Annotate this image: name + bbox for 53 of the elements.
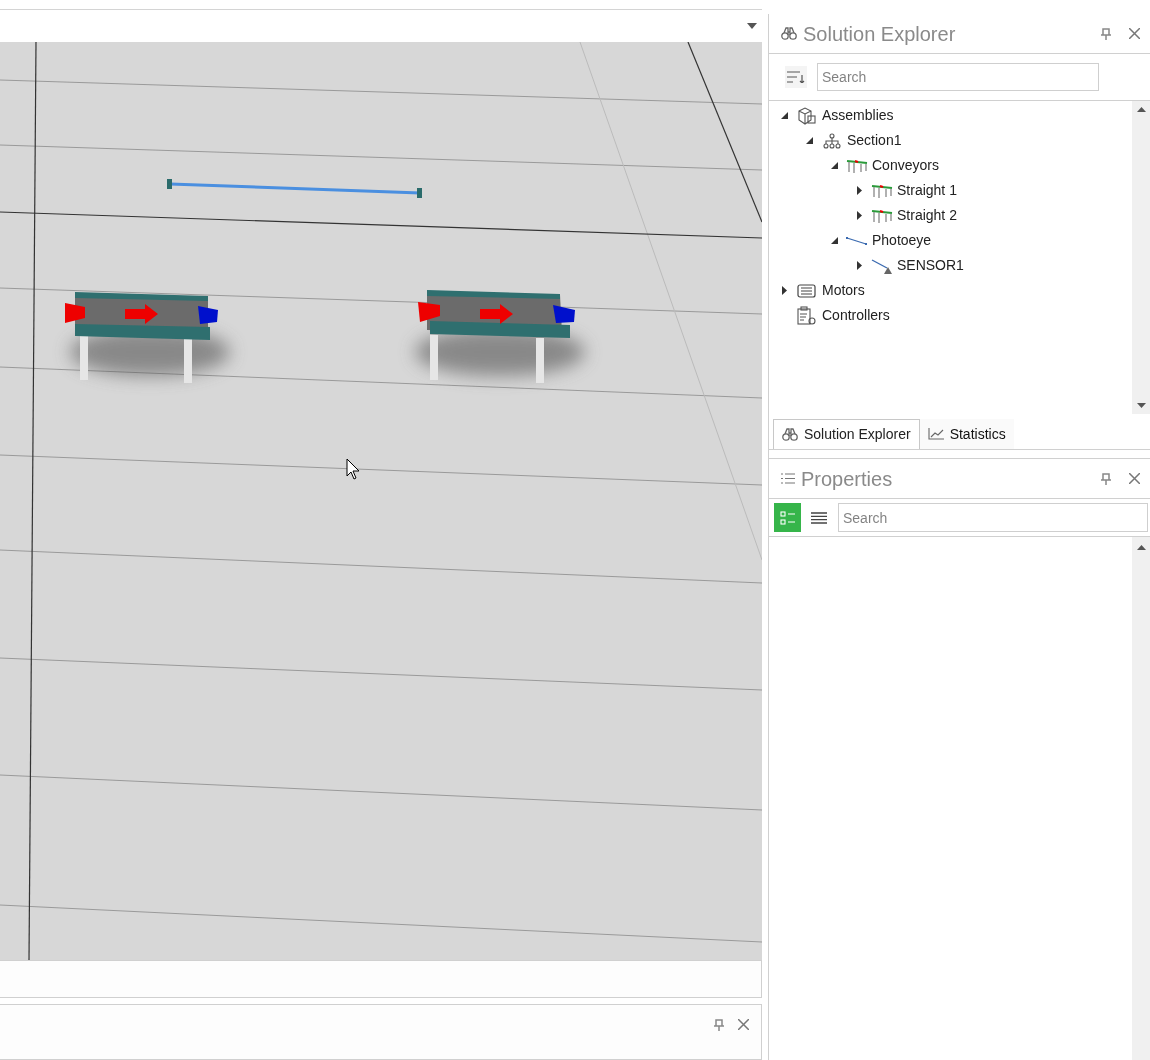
tree-item[interactable]: Straight 1 (897, 180, 957, 201)
tree-item[interactable]: Straight 2 (897, 205, 957, 226)
expanded-arrow-icon[interactable] (780, 112, 788, 119)
conveyor-icon (871, 207, 893, 224)
collapsed-arrow-icon[interactable] (856, 261, 862, 270)
panel-title: Solution Explorer (803, 21, 956, 47)
chart-icon (927, 428, 944, 440)
box-icon (797, 106, 817, 125)
list-icon (781, 473, 795, 484)
tree-item[interactable]: Controllers (822, 305, 890, 326)
clipboard-gear-icon (797, 305, 817, 326)
scrollbar[interactable] (1132, 101, 1150, 414)
tree-item[interactable]: Conveyors (872, 155, 939, 176)
search-field[interactable]: Search (817, 63, 1099, 91)
collapsed-arrow-icon[interactable] (856, 186, 862, 195)
search-field[interactable]: Search (838, 503, 1148, 532)
hierarchy-icon (823, 132, 841, 149)
pin-icon[interactable] (714, 1019, 724, 1031)
tree-item[interactable]: Photoeye (872, 230, 932, 251)
scrollbar[interactable] (1132, 537, 1150, 1060)
tree-item[interactable]: Motors (822, 280, 865, 301)
conveyor-icon (846, 157, 868, 174)
scroll-down-icon[interactable] (1136, 403, 1146, 408)
sort-button[interactable] (785, 66, 807, 88)
collapsed-arrow-icon[interactable] (856, 211, 862, 220)
sensor-icon (871, 257, 893, 274)
sort-icon (787, 71, 805, 83)
tree-item[interactable]: SENSOR1 (897, 255, 964, 276)
pin-icon[interactable] (1101, 472, 1111, 485)
panel-tab[interactable]: Solution Explorer (773, 419, 920, 449)
dropdown-caret-icon[interactable] (747, 23, 757, 29)
categorized-icon (779, 510, 796, 525)
panel-title: Properties (801, 466, 893, 492)
collapsed-arrow-icon[interactable] (781, 286, 787, 295)
expanded-arrow-icon[interactable] (830, 162, 838, 169)
expanded-arrow-icon[interactable] (830, 237, 838, 244)
close-icon[interactable] (738, 1019, 749, 1030)
tree-item[interactable]: Section1 (847, 130, 902, 151)
mouse-cursor-icon (346, 458, 360, 480)
scroll-up-icon[interactable] (1136, 107, 1146, 112)
list-view-icon (810, 511, 827, 524)
close-icon[interactable] (1129, 28, 1140, 39)
conveyor-icon (871, 182, 893, 199)
binoculars-icon (782, 428, 798, 441)
scroll-up-icon[interactable] (1136, 545, 1146, 550)
beam-icon (846, 235, 868, 246)
expanded-arrow-icon[interactable] (805, 137, 813, 144)
panel-tab[interactable]: Statistics (919, 419, 1014, 449)
binoculars-icon (781, 27, 797, 40)
close-icon[interactable] (1129, 473, 1140, 484)
motor-icon (797, 283, 817, 298)
pin-icon[interactable] (1101, 27, 1111, 40)
tree-item[interactable]: Assemblies (822, 105, 894, 126)
